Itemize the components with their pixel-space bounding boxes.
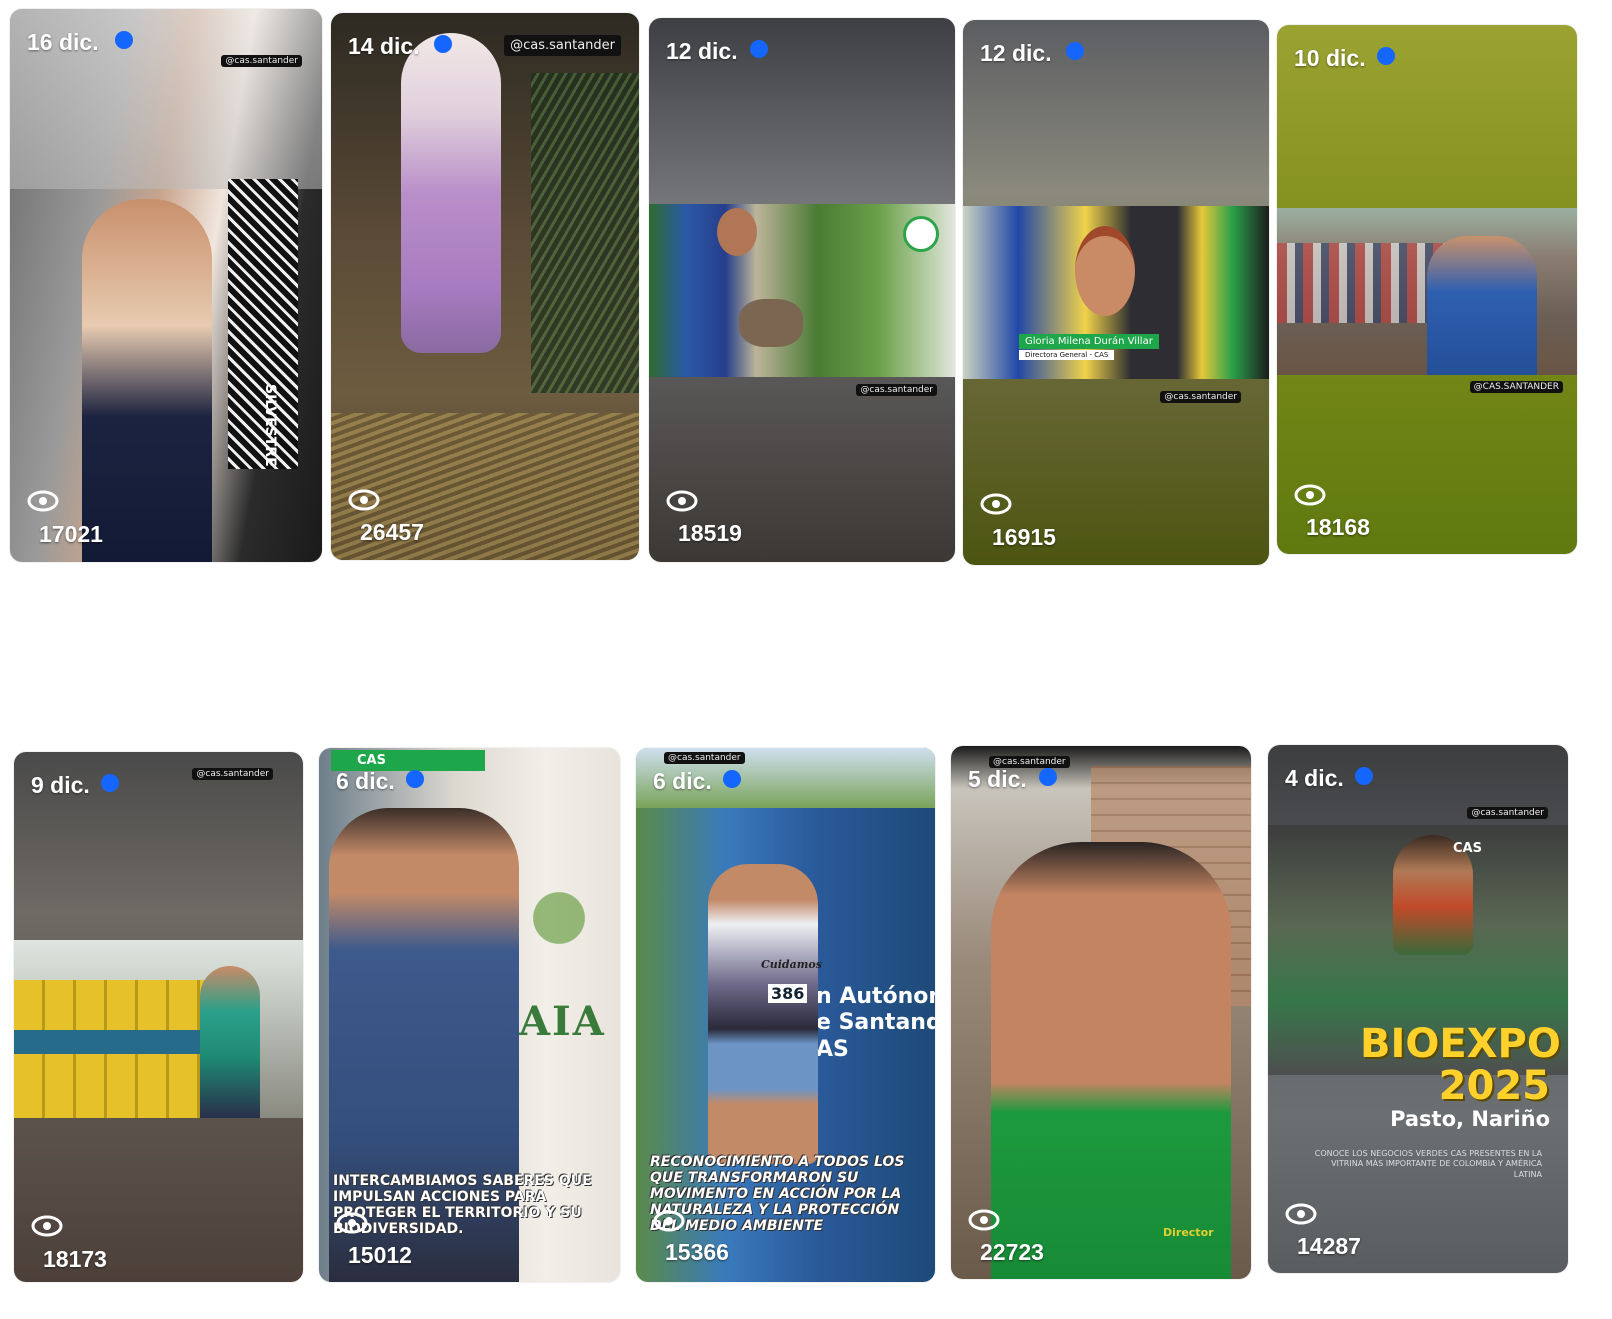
- view-count: 15366: [665, 1239, 729, 1265]
- eye-icon: [31, 1215, 63, 1237]
- photo-person: [82, 199, 212, 562]
- unseen-dot: [434, 35, 452, 53]
- unseen-dot: [750, 40, 768, 58]
- photo-person: [1427, 236, 1537, 375]
- photo-logo: [903, 216, 939, 252]
- eye-icon: [1294, 484, 1326, 506]
- view-count: 15012: [348, 1242, 412, 1268]
- photo-animal: [739, 299, 803, 347]
- view-count: 22723: [980, 1239, 1044, 1265]
- view-count: 26457: [360, 519, 424, 545]
- watermark: @cas.santander: [504, 35, 621, 56]
- caption-text: RECONOCIMIENTO A TODOS LOS QUE TRANSFORM…: [650, 1154, 905, 1235]
- eye-icon: [348, 489, 380, 511]
- story-photo: [14, 940, 303, 1118]
- photo-person: [200, 966, 260, 1118]
- unseen-dot: [1377, 47, 1395, 65]
- view-count: 16915: [992, 524, 1056, 550]
- photo-figurine: [401, 33, 501, 353]
- photo-lockers-band: [14, 1030, 204, 1054]
- eye-icon: [666, 490, 698, 512]
- unseen-dot: [1039, 768, 1057, 786]
- watermark: @cas.santander: [664, 752, 745, 764]
- eye-icon: [653, 1210, 685, 1232]
- unseen-dot: [1355, 767, 1373, 785]
- brand-label: CAS: [1453, 841, 1482, 856]
- unseen-dot: [723, 770, 741, 788]
- photo-person: [991, 842, 1231, 1279]
- watermark: @cas.santander: [856, 384, 937, 396]
- story-date: 6 dic.: [336, 768, 395, 794]
- event-title: BIOEXPO 2025: [1360, 1021, 1561, 1109]
- watermark: @cas.santander: [192, 768, 273, 780]
- unseen-dot: [115, 31, 133, 49]
- eye-icon: [336, 1212, 368, 1234]
- sign-text: SILVESTRE: [262, 384, 278, 467]
- story-photo: [1277, 208, 1577, 375]
- story-date: 10 dic.: [1294, 45, 1366, 71]
- photo-plants: [531, 73, 639, 393]
- eye-icon: [968, 1209, 1000, 1231]
- photo-runner: [708, 864, 818, 1164]
- story-date: 4 dic.: [1285, 765, 1344, 791]
- photo-face: [717, 208, 757, 256]
- view-count: 18173: [43, 1246, 107, 1272]
- eye-icon: [27, 490, 59, 512]
- shirt-text: Cuidamos: [761, 958, 822, 971]
- lowerthird-role: Directora General - CAS: [1019, 350, 1115, 360]
- watermark: @CAS.SANTANDER: [1469, 381, 1563, 393]
- banner-text: n Autónom e Santand AS: [816, 984, 935, 1062]
- shirt-text: Director: [1163, 1226, 1214, 1239]
- unseen-dot: [101, 774, 119, 792]
- story-date: 12 dic.: [980, 40, 1052, 66]
- story-photo: Gloria Milena Durán Villar Directora Gen…: [963, 206, 1269, 379]
- eye-icon: [980, 493, 1012, 515]
- story-photo: [649, 204, 955, 377]
- story-card[interactable]: @cas.santander 14 dic. 26457: [331, 13, 639, 560]
- story-card[interactable]: CAS BIOEXPO 2025 Pasto, Nariño CONOCE LO…: [1268, 745, 1568, 1273]
- story-card[interactable]: CAS AIA INTERCAMBIAMOS SABERES QUE IMPUL…: [319, 748, 620, 1282]
- view-count: 14287: [1297, 1233, 1361, 1259]
- logo-text: AIA: [519, 998, 606, 1045]
- story-date: 5 dic.: [968, 766, 1027, 792]
- story-date: 14 dic.: [348, 33, 420, 59]
- story-card[interactable]: @cas.santander 9 dic. 18173: [14, 752, 303, 1282]
- lowerthird-name: Gloria Milena Durán Villar: [1019, 334, 1159, 349]
- watermark: @cas.santander: [1160, 391, 1241, 403]
- caption-text: INTERCAMBIAMOS SABERES QUE IMPULSAN ACCI…: [333, 1173, 592, 1238]
- event-subtitle: Pasto, Nariño: [1390, 1107, 1550, 1131]
- view-count: 17021: [39, 521, 103, 547]
- story-date: 9 dic.: [31, 772, 90, 798]
- story-card[interactable]: SILVESTRE @cas.santander 16 dic. 17021: [10, 9, 322, 562]
- photo-face: [1075, 226, 1135, 316]
- eye-icon: [1285, 1203, 1317, 1225]
- event-description: CONOCE LOS NEGOCIOS VERDES CAS PRESENTES…: [1314, 1149, 1542, 1179]
- view-count: 18519: [678, 520, 742, 546]
- story-card[interactable]: Director @cas.santander 5 dic. 22723: [951, 746, 1251, 1279]
- story-card[interactable]: @cas.santander 12 dic. 18519: [649, 18, 955, 562]
- story-date: 12 dic.: [666, 38, 738, 64]
- story-card[interactable]: Gloria Milena Durán Villar Directora Gen…: [963, 20, 1269, 565]
- watermark: @cas.santander: [221, 55, 302, 67]
- view-count: 18168: [1306, 514, 1370, 540]
- story-date: 6 dic.: [653, 768, 712, 794]
- unseen-dot: [406, 770, 424, 788]
- race-bib: 386: [768, 984, 808, 1003]
- unseen-dot: [1066, 42, 1084, 60]
- story-card[interactable]: n Autónom e Santand AS Cuidamos 386 @cas…: [636, 748, 935, 1282]
- story-card[interactable]: @CAS.SANTANDER 10 dic. 18168: [1277, 25, 1577, 554]
- watermark: @cas.santander: [1467, 807, 1548, 819]
- story-date: 16 dic.: [27, 29, 99, 55]
